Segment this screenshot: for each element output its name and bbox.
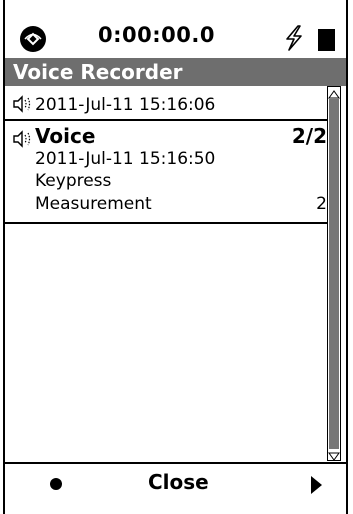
title-bar: Voice Recorder — [5, 58, 346, 86]
page-title: Voice Recorder — [13, 60, 183, 84]
measurement-value: 2 — [316, 194, 327, 214]
scroll-up-arrow-icon[interactable] — [327, 86, 341, 99]
list-item[interactable]: Voice 2/2 2011-Jul-11 15:16:50 Keypress … — [5, 121, 327, 222]
play-arrow-icon[interactable] — [311, 476, 322, 494]
softkey-divider — [5, 462, 346, 464]
scrollbar-thumb[interactable] — [329, 99, 339, 449]
device-screen: 0:00:00.0 Voice Recorder 2011-Jul-11 15:… — [0, 0, 353, 514]
sound-meter-icon — [20, 26, 46, 52]
recording-trigger: Keypress — [35, 171, 112, 191]
recording-timestamp: 2011-Jul-11 15:16:06 — [35, 95, 216, 115]
recording-counter: 2/2 — [291, 124, 327, 148]
measurement-label: Measurement — [35, 194, 152, 214]
recording-list: 2011-Jul-11 15:16:06 Voice 2/2 2011-Jul-… — [5, 86, 327, 461]
speaker-icon — [12, 95, 34, 113]
speaker-icon — [12, 130, 34, 148]
record-dot-icon[interactable] — [50, 478, 62, 490]
list-item[interactable]: 2011-Jul-11 15:16:06 — [5, 86, 327, 120]
battery-icon — [318, 29, 335, 51]
elapsed-time: 0:00:00.0 — [98, 23, 215, 47]
recording-timestamp: 2011-Jul-11 15:16:50 — [35, 149, 216, 169]
recording-label: Voice — [35, 124, 96, 148]
screen-border-right — [346, 0, 348, 514]
row-divider — [5, 222, 327, 224]
close-button[interactable]: Close — [148, 470, 209, 494]
lightning-bolt-icon — [283, 25, 305, 51]
scroll-down-arrow-icon[interactable] — [327, 448, 341, 461]
